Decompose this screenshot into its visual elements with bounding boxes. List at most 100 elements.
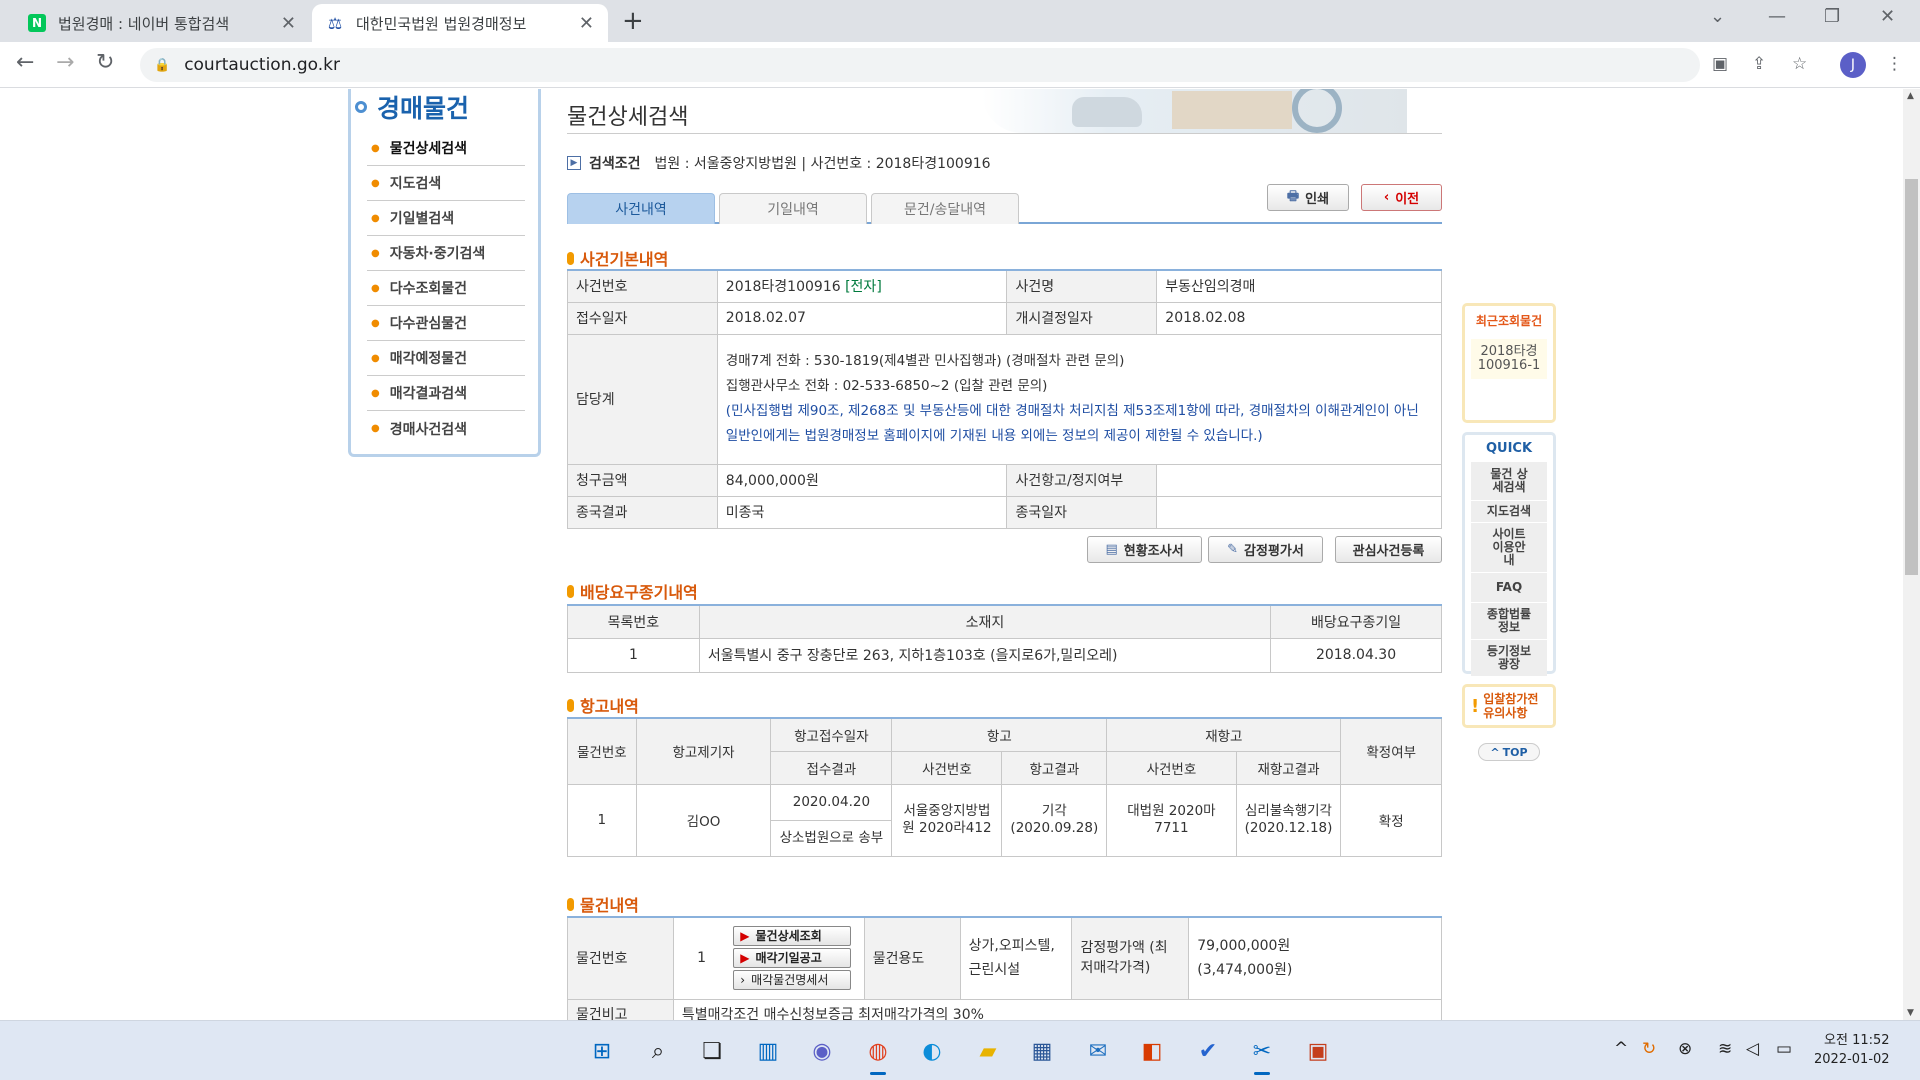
reload-icon[interactable]: ↻ xyxy=(96,50,114,75)
menu-item-most-viewed[interactable]: ● 다수조회물건 xyxy=(367,271,525,306)
back-icon[interactable]: ← xyxy=(16,50,34,75)
bullet-icon: ● xyxy=(371,212,380,224)
menu-item-case-search[interactable]: ● 경매사건검색 xyxy=(367,411,525,446)
search-icon[interactable]: ⌕ xyxy=(642,1035,674,1067)
profile-avatar[interactable]: J xyxy=(1840,52,1866,78)
scroll-top-button[interactable]: ^ TOP xyxy=(1478,743,1540,761)
sale-date-notice-button[interactable]: ▶ 매각기일공고 xyxy=(733,948,852,969)
store-icon[interactable]: ▦ xyxy=(1026,1035,1058,1067)
caret-up-icon: ^ xyxy=(1490,745,1500,759)
tray-chevron-up-icon[interactable]: ^ xyxy=(1614,1039,1628,1059)
popup-blocked-icon[interactable]: ▣ xyxy=(1712,54,1728,74)
menu-item-date-search[interactable]: ● 기일별검색 xyxy=(367,201,525,236)
final-date-label: 종국일자 xyxy=(1006,495,1158,529)
bullet-icon: ● xyxy=(371,177,380,189)
deadline-cell: 2018.04.30 xyxy=(1270,637,1442,673)
arrow-right-icon: › xyxy=(740,973,746,988)
chrome-icon[interactable]: ◍ xyxy=(862,1035,894,1075)
bookmark-star-icon[interactable]: ☆ xyxy=(1792,54,1807,74)
print-button[interactable]: 🖶 인쇄 xyxy=(1267,184,1349,211)
table-row: 청구금액 84,000,000원 사건항고/정지여부 xyxy=(567,463,1442,497)
scrollbar-thumb[interactable] xyxy=(1905,179,1918,575)
search-condition-label: 검색조건 xyxy=(589,156,641,172)
edge-icon[interactable]: ◐ xyxy=(916,1035,948,1067)
goods-detail-button[interactable]: ▶ 물건상세조회 xyxy=(733,926,852,947)
start-windows-icon[interactable]: ⊞ xyxy=(586,1035,618,1067)
col-header: 항고접수일자 xyxy=(770,717,893,752)
status-report-button[interactable]: ▤ 현황조사서 xyxy=(1087,536,1202,563)
menu-item-map-search[interactable]: ● 지도검색 xyxy=(367,166,525,201)
close-tab-icon[interactable]: ✕ xyxy=(579,13,594,34)
menu-item-results[interactable]: ● 매각결과검색 xyxy=(367,376,525,411)
quick-item-registry[interactable]: 등기정보 광장 xyxy=(1471,640,1547,677)
mail-icon[interactable]: ✉ xyxy=(1082,1035,1114,1067)
system-clock[interactable]: 오전 11:52 2022-01-02 xyxy=(1814,1031,1890,1069)
tab-case-details[interactable]: 사건내역 xyxy=(567,193,715,224)
widgets-icon[interactable]: ▥ xyxy=(752,1035,784,1067)
left-menu: 경매물건 ● 물건상세검색 ● 지도검색 ● 기일별검색 ● 자동차·중기검색 ● 다수조… xyxy=(348,89,541,457)
menu-item-detail-search[interactable]: ● 물건상세검색 xyxy=(367,131,525,166)
close-window-icon[interactable]: ✕ xyxy=(1880,6,1895,27)
tab-documents[interactable]: 문건/송달내역 xyxy=(871,193,1019,224)
menu-item-most-interest[interactable]: ● 다수관심물건 xyxy=(367,306,525,341)
app-close-icon[interactable]: ⊗ xyxy=(1678,1039,1692,1059)
forward-icon[interactable]: → xyxy=(56,50,74,75)
menu-item-vehicle-search[interactable]: ● 자동차·중기검색 xyxy=(367,236,525,271)
battery-icon[interactable]: ▭ xyxy=(1776,1039,1792,1059)
minimize-icon[interactable]: — xyxy=(1768,6,1786,27)
quick-menu-title: QUICK xyxy=(1485,441,1533,456)
new-tab-button[interactable]: + xyxy=(622,6,644,36)
menu-item-scheduled[interactable]: ● 매각예정물건 xyxy=(367,341,525,376)
tab-dates[interactable]: 기일내역 xyxy=(719,193,867,224)
page-viewport: 경매물건 ● 물건상세검색 ● 지도검색 ● 기일별검색 ● 자동차·중기검색 ● 다수조… xyxy=(0,89,1920,1020)
quick-item-legal-info[interactable]: 종합법률 정보 xyxy=(1471,603,1547,640)
bidding-notice-text: 입찰참가전 유의사항 xyxy=(1483,692,1539,720)
section-bullet-icon xyxy=(567,897,574,911)
teams-chat-icon[interactable]: ◉ xyxy=(806,1035,838,1067)
maximize-icon[interactable]: ❐ xyxy=(1824,6,1840,27)
prev-button[interactable]: ‹ 이전 xyxy=(1361,184,1442,211)
quick-item-site-guide[interactable]: 사이트 이용안내 xyxy=(1471,523,1547,573)
close-tab-icon[interactable]: ✕ xyxy=(281,13,296,34)
task-view-icon[interactable]: ❏ xyxy=(696,1035,728,1067)
file-explorer-icon[interactable]: ▰ xyxy=(972,1035,1004,1067)
sale-spec-button[interactable]: › 매각물건명세서 xyxy=(733,970,852,991)
share-icon[interactable]: ⇪ xyxy=(1752,54,1766,74)
add-interest-button[interactable]: 관심사건등록 xyxy=(1335,536,1442,563)
recent-item-link[interactable]: 2018타경100916-1 xyxy=(1471,339,1547,379)
office-icon[interactable]: ◧ xyxy=(1136,1035,1168,1067)
table-row: 1 김OO 2020.04.20 서울중앙지방법원 2020라412 기각 (2… xyxy=(567,783,1442,857)
menu-kebab-icon[interactable]: ⋮ xyxy=(1886,54,1903,74)
receipt-value: 2018.02.07 xyxy=(716,301,1008,335)
powerpoint-icon[interactable]: ▣ xyxy=(1302,1035,1334,1067)
section-bullet-icon xyxy=(567,584,574,598)
bidding-notice-link[interactable]: ! 입찰참가전 유의사항 xyxy=(1462,684,1556,728)
scroll-down-icon[interactable]: ▼ xyxy=(1907,1008,1914,1018)
todo-icon[interactable]: ✔ xyxy=(1192,1035,1224,1067)
scroll-up-icon[interactable]: ▲ xyxy=(1907,91,1914,101)
quick-item-map-search[interactable]: 지도검색 xyxy=(1471,501,1547,523)
address-bar[interactable]: 🔒 courtauction.go.kr xyxy=(140,48,1700,82)
browser-tab-naver[interactable]: N 법원경매 : 네이버 통합검색 ✕ xyxy=(14,4,310,42)
title-divider xyxy=(567,133,1442,134)
browser-tab-court[interactable]: ⚖ 대한민국법원 법원경매정보 ✕ xyxy=(312,4,608,42)
quick-item-detail-search[interactable]: 물건 상세검색 xyxy=(1471,462,1547,501)
dept-cell: 경매7계 전화 : 530-1819(제4별관 민사집행과) (경매절차 관련 … xyxy=(716,333,1443,465)
lock-icon[interactable]: 🔒 xyxy=(154,58,170,73)
bullet-icon: ● xyxy=(371,317,380,329)
address-cell: 서울특별시 중구 장충단로 263, 지하1층103호 (을지로6가,밀리오레) xyxy=(698,637,1272,673)
tab-search-icon[interactable]: ⌄ xyxy=(1710,6,1725,27)
appraisal-report-button[interactable]: ✎ 감정평가서 xyxy=(1208,536,1323,563)
quick-item-faq[interactable]: FAQ xyxy=(1471,573,1547,603)
bullet-icon: ● xyxy=(371,142,380,154)
url-text[interactable]: courtauction.go.kr xyxy=(184,55,340,75)
wifi-icon[interactable]: ≋ xyxy=(1718,1039,1732,1059)
snipping-tool-icon[interactable]: ✂ xyxy=(1246,1035,1278,1075)
list-no-cell: 1 xyxy=(567,637,700,673)
dept-line-1: 경매7계 전화 : 530-1819(제4별관 민사집행과) (경매절차 관련 … xyxy=(725,353,1125,369)
volume-icon[interactable]: ◁ xyxy=(1746,1039,1759,1059)
page-scrollbar[interactable]: ▲ ▼ xyxy=(1903,89,1920,1020)
table-row: 담당계 경매7계 전화 : 530-1819(제4별관 민사집행과) (경매절차… xyxy=(567,333,1443,465)
sync-icon[interactable]: ↻ xyxy=(1642,1039,1656,1059)
section-title-basic: 사건기본내역 xyxy=(567,246,668,270)
